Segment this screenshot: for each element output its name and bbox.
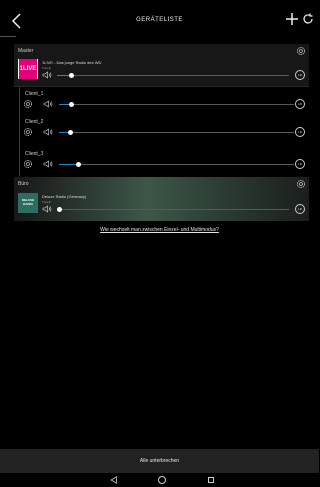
gear-icon[interactable]: [23, 127, 33, 137]
client-label: Client_1: [25, 91, 44, 97]
nav-back-icon[interactable]: [110, 476, 118, 484]
client-row-1: Client_1 LR: [19, 89, 309, 117]
lr-badge[interactable]: LR: [295, 127, 305, 137]
station-logo-deluxe-radio: DELUXE RADIO: [18, 193, 38, 213]
master-group-card: Master 1LIVE 1LIVE - Das junge Radio des…: [14, 44, 309, 87]
lr-badge[interactable]: LR: [295, 99, 305, 109]
volume-knob[interactable]: [57, 207, 62, 212]
volume-knob[interactable]: [69, 73, 74, 78]
refresh-icon[interactable]: [302, 13, 314, 25]
speaker-icon[interactable]: [43, 100, 53, 108]
bottom-action-bar: Alle unterbrechen: [0, 449, 319, 473]
lr-badge[interactable]: LR: [295, 70, 305, 80]
source-label-buero: TuneIn: [42, 200, 52, 204]
speaker-icon[interactable]: [42, 71, 52, 79]
page-title: GERÄTELISTE: [136, 17, 183, 23]
volume-knob[interactable]: [68, 130, 73, 135]
source-label-master: TuneIn: [42, 66, 52, 70]
volume-slider-client-3[interactable]: [59, 162, 294, 167]
lr-badge[interactable]: LR: [295, 159, 305, 169]
client-row-3: Client_3 LR: [19, 149, 309, 177]
volume-slider-client-2[interactable]: [59, 130, 294, 135]
divider: [0, 36, 16, 37]
volume-slider-master[interactable]: [57, 73, 289, 78]
top-bar: GERÄTELISTE: [0, 0, 319, 40]
volume-slider-buero[interactable]: [57, 207, 289, 212]
nav-home-icon[interactable]: [158, 476, 166, 484]
stop-all-button[interactable]: Alle unterbrechen: [0, 449, 319, 473]
gear-icon[interactable]: [296, 179, 306, 189]
group-label-buero: Büro: [18, 181, 29, 187]
volume-knob[interactable]: [69, 102, 74, 107]
speaker-icon[interactable]: [42, 205, 52, 213]
client-label: Client_2: [25, 119, 44, 125]
buero-group-card: Büro DELUXE RADIO Deluxe Radio (Germany)…: [14, 177, 309, 221]
station-logo-1live: 1LIVE: [18, 59, 38, 79]
lr-badge[interactable]: LR: [295, 204, 305, 214]
group-label-master: Master: [18, 48, 34, 54]
speaker-icon[interactable]: [43, 128, 53, 136]
mode-help-link[interactable]: Wie wechselt man zwischen Einzel- und Mu…: [0, 227, 319, 233]
system-navigation-bar: [0, 473, 319, 487]
gear-icon[interactable]: [23, 159, 33, 169]
volume-knob[interactable]: [76, 162, 81, 167]
station-name-master: 1LIVE - Das junge Radio des WD: [42, 60, 102, 65]
client-label: Client_3: [25, 151, 44, 157]
gear-icon[interactable]: [296, 46, 306, 56]
speaker-icon[interactable]: [43, 160, 53, 168]
gear-icon[interactable]: [23, 99, 33, 109]
nav-recent-icon[interactable]: [208, 477, 214, 483]
volume-slider-client-1[interactable]: [59, 102, 294, 107]
plus-icon[interactable]: [285, 12, 299, 26]
client-row-2: Client_2 LR: [19, 117, 309, 145]
station-name-buero: Deluxe Radio (Germany): [42, 194, 87, 199]
